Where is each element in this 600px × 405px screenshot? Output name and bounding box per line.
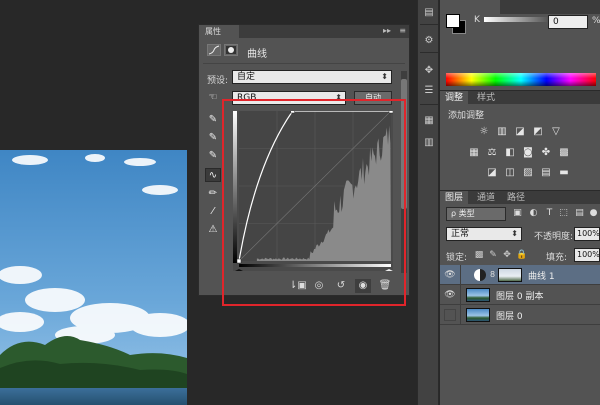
color-panel: K 0 % <box>440 0 600 88</box>
chevron-updown-icon: ⬍ <box>511 229 518 238</box>
threshold-icon[interactable]: ▨ <box>522 167 534 179</box>
lock-transparent-icon[interactable]: ▩ <box>474 250 484 261</box>
photo-filter-icon[interactable]: ◙ <box>522 147 534 159</box>
adjustments-tabbar: 调整 样式 <box>440 90 600 105</box>
hue-saturation-icon[interactable]: ▦ <box>468 147 480 159</box>
tab-properties[interactable]: 属性 <box>199 25 239 38</box>
panel-menu-icon[interactable]: ≡ <box>399 26 406 35</box>
tab-styles[interactable]: 样式 <box>472 91 500 105</box>
selective-color-icon[interactable]: ▤ <box>540 167 552 179</box>
layer-name[interactable]: 曲线 1 <box>528 269 555 282</box>
add-adjustment-label: 添加调整 <box>448 111 485 121</box>
layer-thumbnail <box>466 308 490 322</box>
lock-position-icon[interactable]: ✥ <box>502 250 512 261</box>
sliders-icon[interactable]: ☰ <box>422 84 436 98</box>
collapse-icon[interactable]: ▸▸ <box>383 26 391 35</box>
fill-label: 填充: <box>546 253 568 263</box>
filter-adjustment-icon[interactable]: ◐ <box>528 208 539 219</box>
brush-icon[interactable]: ✥ <box>422 64 436 78</box>
history-icon[interactable]: ▦ <box>422 114 436 128</box>
gradient-map-icon[interactable]: ▬ <box>558 167 570 179</box>
tab-channels[interactable]: 通道 <box>472 191 500 205</box>
tab-adjustments[interactable]: 调整 <box>440 91 469 105</box>
filter-type-icon[interactable]: T <box>544 208 555 219</box>
opacity-field[interactable]: 100% <box>574 227 600 241</box>
clipping-warning-icon[interactable]: ⚠ <box>205 223 221 237</box>
k-unit: % <box>592 16 600 26</box>
layers-tabbar: 图层 通道 路径 <box>440 190 600 205</box>
right-dock: K 0 % 调整 样式 添加调整 ☼ ▥ ◪ ◩ ▽ ▦ ⚖ ◧ ◙ ✤ ▩ ◪… <box>440 0 600 405</box>
foreground-color-swatch[interactable] <box>446 14 460 28</box>
layer-row-curves[interactable]: 👁 8 曲线 1 <box>440 265 600 285</box>
color-icon[interactable]: ▤ <box>422 6 436 20</box>
curves-adjustment-icon[interactable] <box>207 44 221 56</box>
white-eyedropper-icon[interactable]: ✎ <box>205 149 221 163</box>
hand-target-icon[interactable]: ☜ <box>205 91 221 105</box>
tab-paths[interactable]: 路径 <box>502 191 530 205</box>
divider <box>203 63 405 64</box>
pencil-icon[interactable]: ✏ <box>205 187 221 201</box>
blend-mode-value: 正常 <box>451 229 470 239</box>
link-icon[interactable]: 8 <box>490 270 495 279</box>
brightness-icon[interactable]: ☼ <box>478 126 490 138</box>
properties-tabbar: 属性 ▸▸ ≡ <box>199 25 409 38</box>
divider <box>420 104 438 105</box>
color-spectrum[interactable] <box>446 73 596 86</box>
fill-field[interactable]: 100% <box>574 248 600 262</box>
layer-filter-select[interactable]: ρ 类型 <box>446 207 506 221</box>
eye-icon[interactable]: 👁 <box>444 289 456 301</box>
divider <box>420 24 438 25</box>
preset-select[interactable]: 自定 ⬍ <box>232 70 392 84</box>
exposure-icon[interactable]: ◩ <box>532 126 544 138</box>
eye-icon[interactable]: 👁 <box>444 269 456 281</box>
lock-all-icon[interactable]: 🔒 <box>516 250 527 261</box>
canvas-photo <box>0 150 187 405</box>
opacity-label: 不透明度: <box>534 232 574 242</box>
preset-label: 预设: <box>207 76 229 86</box>
filter-pixel-icon[interactable]: ▣ <box>512 208 523 219</box>
color-balance-icon[interactable]: ⚖ <box>486 147 498 159</box>
vibrance-icon[interactable]: ▽ <box>550 126 562 138</box>
k-value-field[interactable]: 0 <box>548 15 588 29</box>
k-channel-label: K <box>474 15 480 25</box>
layer-mask-thumbnail <box>498 268 522 282</box>
levels-icon[interactable]: ▥ <box>496 126 508 138</box>
visibility-toggle[interactable] <box>444 309 456 321</box>
posterize-icon[interactable]: ◫ <box>504 167 516 179</box>
divider <box>460 265 461 285</box>
document-icon[interactable]: ▥ <box>422 136 436 150</box>
layer-thumbnail <box>466 288 490 302</box>
divider <box>460 305 461 325</box>
filter-smart-icon[interactable]: ▤ <box>574 208 585 219</box>
properties-icon[interactable]: ⚙ <box>422 34 436 48</box>
filter-shape-icon[interactable]: ⬚ <box>558 208 569 219</box>
layer-row-copy[interactable]: 👁 图层 0 副本 <box>440 285 600 305</box>
channel-mixer-icon[interactable]: ✤ <box>540 147 552 159</box>
highlight-box <box>222 99 406 306</box>
divider <box>460 285 461 305</box>
curve-edit-icon[interactable]: ∿ <box>205 168 221 182</box>
curves-icon[interactable]: ◪ <box>514 126 526 138</box>
tab-layers[interactable]: 图层 <box>440 191 469 205</box>
layer-name[interactable]: 图层 0 <box>496 309 523 322</box>
chevron-updown-icon: ⬍ <box>381 72 388 81</box>
layer-mask-icon[interactable] <box>224 44 238 56</box>
panel-title: 曲线 <box>247 49 267 60</box>
lock-label: 锁定: <box>446 253 468 263</box>
panel-icon-strip: ▤ ⚙ ✥ ☰ ▦ ▥ <box>417 0 439 405</box>
invert-icon[interactable]: ◪ <box>486 167 498 179</box>
filter-toggle-icon[interactable]: ● <box>588 208 599 219</box>
smooth-icon[interactable]: ⁄ <box>205 205 221 219</box>
black-eyedropper-icon[interactable]: ✎ <box>205 113 221 127</box>
gray-eyedropper-icon[interactable]: ✎ <box>205 131 221 145</box>
black-white-icon[interactable]: ◧ <box>504 147 516 159</box>
color-lookup-icon[interactable]: ▩ <box>558 147 570 159</box>
blend-mode-select[interactable]: 正常 ⬍ <box>446 227 522 241</box>
layer-name[interactable]: 图层 0 副本 <box>496 289 543 302</box>
lock-image-icon[interactable]: ✎ <box>488 250 498 261</box>
divider <box>420 52 438 53</box>
adjustment-layer-icon <box>474 269 486 281</box>
preset-value: 自定 <box>237 72 256 82</box>
layer-row-base[interactable]: 图层 0 <box>440 305 600 325</box>
